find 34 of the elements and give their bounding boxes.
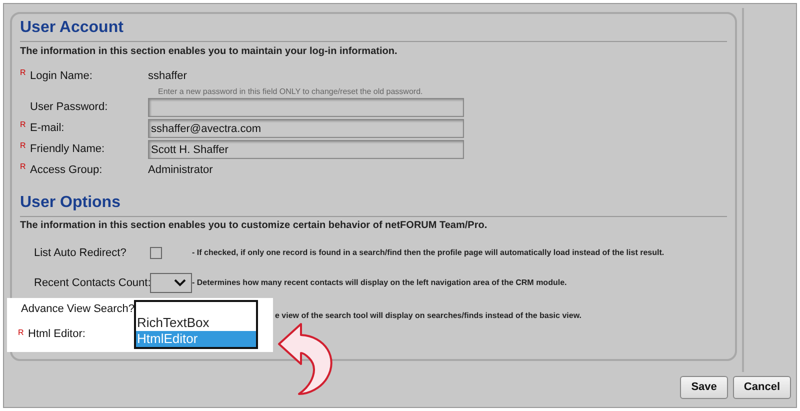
text-field[interactable] (148, 98, 464, 117)
required-mark: R (20, 120, 26, 130)
option-note: e view of the search tool will display on searches/finds instead of the basic view. (275, 310, 582, 322)
section-description: The information in this section enables you to maintain your log-in information. (20, 46, 398, 58)
dropdown-list[interactable]: RichTextBox HtmlEditor (134, 300, 258, 349)
option-note: - Determines how many recent contacts will display on the left navigation area of the CRM module. (192, 277, 567, 289)
checkbox[interactable] (150, 247, 162, 259)
required-mark: R (18, 328, 24, 337)
chevron-down-icon (174, 279, 186, 287)
dropdown[interactable] (150, 273, 192, 293)
option-label: List Auto Redirect? (33, 246, 128, 260)
field-hint: Enter a new password in this field ONLY to change/reset the old password. (158, 88, 423, 96)
field-label: Access Group: (30, 163, 102, 178)
field-value: Administrator (148, 163, 213, 178)
field-value: sshaffer (148, 69, 187, 84)
field-label: Friendly Name: (30, 142, 105, 158)
option-note: - If checked, if only one record is found in a search/find then the profile page will automatically load instead of the list result. (192, 247, 664, 259)
list-option[interactable]: RichTextBox (136, 315, 256, 331)
action-button[interactable]: Cancel (732, 376, 791, 399)
text-field[interactable]: Scott H. Shaffer (148, 140, 464, 159)
field-label: User Password: (30, 100, 108, 116)
option-label: Recent Contacts Count: (33, 276, 150, 290)
section-title: User Options (20, 194, 120, 211)
option-label: Html Editor: (28, 328, 86, 341)
action-button[interactable]: Save (680, 376, 728, 399)
text-field[interactable]: sshaffer@avectra.com (148, 119, 464, 138)
required-mark: R (20, 141, 26, 150)
section-description: The information in this section enables you to customize certain behavior of netFORUM Team/Pro. (20, 220, 488, 232)
field-label: Login Name: (30, 69, 92, 84)
option-label: Advance View Search? (20, 303, 134, 316)
field-label: E-mail: (30, 121, 64, 136)
required-mark: R (20, 68, 26, 78)
required-mark: R (20, 162, 26, 172)
section-title: User Account (20, 19, 124, 36)
